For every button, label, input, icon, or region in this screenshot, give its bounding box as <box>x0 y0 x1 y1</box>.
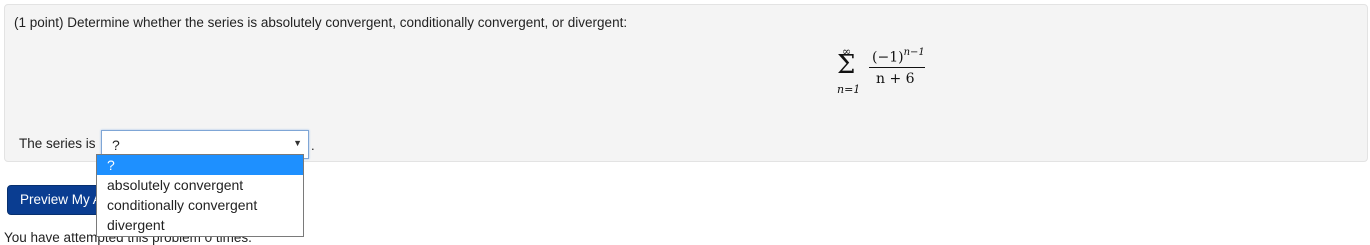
numerator-exponent: n−1 <box>903 47 925 58</box>
numerator-base: (−1) <box>872 49 904 66</box>
dropdown-arrow-icon: ▼ <box>293 138 302 148</box>
series-formula: ∞ Σ n=1 (−1)n−1 n + 6 <box>831 45 941 101</box>
select-current-value: ? <box>112 137 120 153</box>
option-divergent[interactable]: divergent <box>97 215 303 235</box>
problem-panel: (1 point) Determine whether the series i… <box>4 4 1368 162</box>
fraction-numerator: (−1)n−1 <box>872 47 925 66</box>
answer-options-list[interactable]: ? absolutely convergent conditionally co… <box>96 154 304 237</box>
sentence-period: . <box>311 138 315 153</box>
answer-label: The series is <box>19 136 96 151</box>
fraction-bar <box>869 67 925 68</box>
option-absolutely-convergent[interactable]: absolutely convergent <box>97 175 303 195</box>
problem-prompt: (1 point) Determine whether the series i… <box>14 15 628 30</box>
option-placeholder[interactable]: ? <box>97 155 303 175</box>
sigma-symbol: Σ <box>837 50 856 80</box>
fraction-denominator: n + 6 <box>876 71 915 87</box>
sum-lower-limit: n=1 <box>837 83 861 96</box>
option-conditionally-convergent[interactable]: conditionally convergent <box>97 195 303 215</box>
